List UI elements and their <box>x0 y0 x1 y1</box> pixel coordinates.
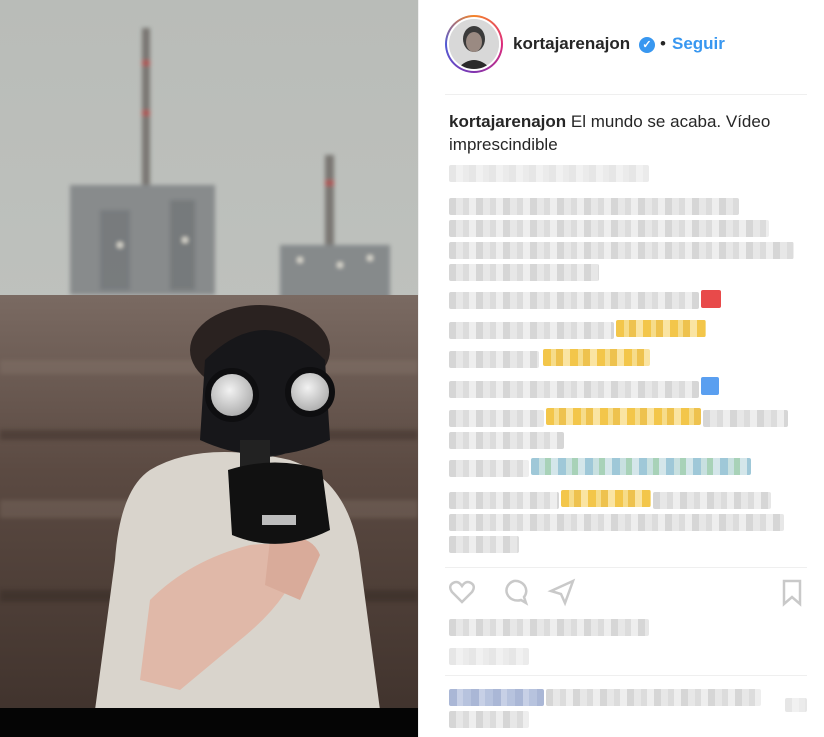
caption-username-link[interactable]: kortajarenajon <box>449 112 566 131</box>
load-more-comments-link[interactable] <box>449 165 649 182</box>
emoji-icon <box>531 458 751 475</box>
post-media-video[interactable] <box>0 0 418 737</box>
comment-item-line <box>449 514 784 531</box>
emoji-icon <box>701 290 721 308</box>
comment-item <box>449 292 699 309</box>
emoji-icon <box>561 490 651 507</box>
comment-item <box>449 381 699 398</box>
comment-item <box>546 689 761 706</box>
comment-item-line <box>449 264 599 281</box>
comment-item-line <box>449 536 519 553</box>
post-header: kortajarenajon ✓ • Seguir <box>419 0 824 94</box>
comment-item <box>449 198 739 215</box>
bookmark-icon[interactable] <box>777 577 807 607</box>
comment-input-divider <box>445 675 807 676</box>
comment-item-line <box>703 410 788 427</box>
comment-item-line <box>449 242 794 259</box>
post-caption: kortajarenajon El mundo se acaba. Vídeo … <box>449 110 794 156</box>
comment-item <box>449 410 544 427</box>
comment-author-link[interactable] <box>449 689 544 706</box>
comment-item-line <box>449 432 564 449</box>
comment-item <box>449 460 529 477</box>
emoji-icon <box>543 349 650 366</box>
verified-badge-icon: ✓ <box>639 37 655 53</box>
share-icon[interactable] <box>547 577 577 607</box>
heart-icon[interactable] <box>447 577 477 607</box>
comment-item <box>449 492 559 509</box>
post-timestamp <box>449 648 529 665</box>
comment-item-line <box>449 711 529 728</box>
comment-item-line <box>653 492 771 509</box>
comment-item <box>449 322 614 339</box>
more-options-icon[interactable] <box>785 698 807 712</box>
comment-icon[interactable] <box>499 577 529 607</box>
emoji-icon <box>546 408 701 425</box>
comment-item <box>449 351 539 368</box>
comment-item-line <box>449 220 769 237</box>
emoji-icon <box>701 377 719 395</box>
video-frame <box>0 0 418 737</box>
actions-divider <box>445 567 807 568</box>
emoji-icon <box>616 320 706 337</box>
views-count[interactable] <box>449 619 649 636</box>
follow-button[interactable]: Seguir <box>672 34 725 54</box>
header-divider <box>445 94 807 95</box>
avatar[interactable] <box>445 15 503 73</box>
post-sidebar: kortajarenajon ✓ • Seguir kortajarenajon… <box>418 0 824 737</box>
username-link[interactable]: kortajarenajon <box>513 34 630 54</box>
separator-dot: • <box>660 34 666 53</box>
